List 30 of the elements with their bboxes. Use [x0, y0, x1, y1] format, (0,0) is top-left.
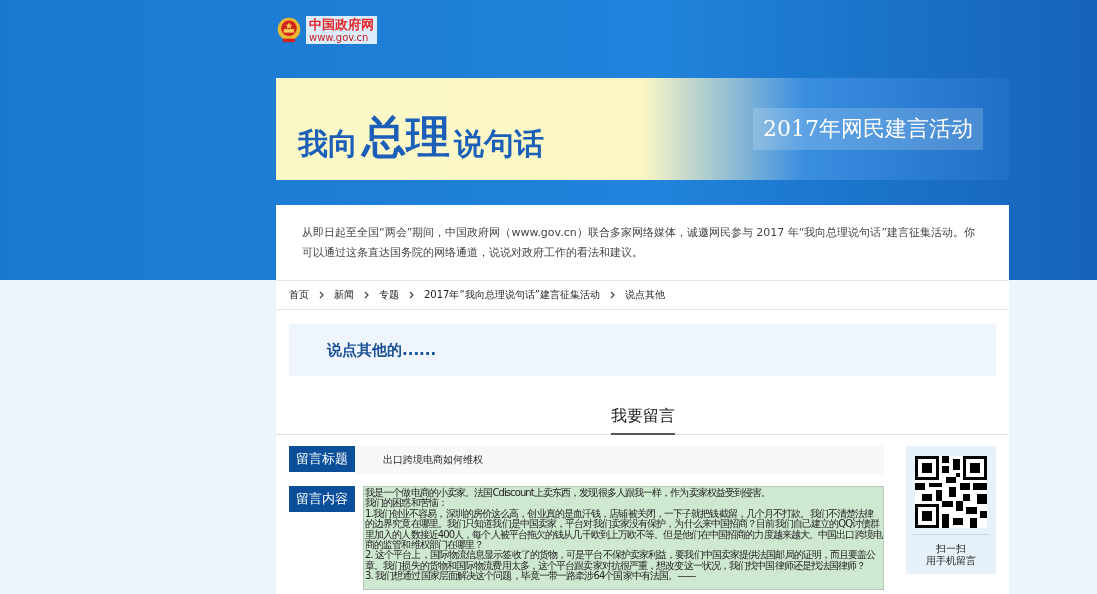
- banner-title: 我向: [298, 126, 358, 162]
- title-field[interactable]: 出口跨境电商如何维权: [355, 446, 884, 474]
- emblem-icon: [276, 16, 302, 44]
- message-paragraph: 2. 这个平台上，国际物流信息显示签收了的货物，可是平台不保护卖家利益，要我们中国卖家提供法国邮局的证明，而且要盖公章。我们损失的货物和国际物流费用太多，这个平台跟卖家对抗很严重，想改变这一状况，我们找中国律师还是找法国律师？: [365, 550, 877, 571]
- site-url[interactable]: www.gov.cn: [309, 32, 374, 43]
- breadcrumb-link[interactable]: 专题: [379, 288, 399, 302]
- qr-caption: 扫一扫: [936, 543, 966, 555]
- message-paragraph: 我是一个做电商的小卖家。法国Cdiscount上卖东西，发现很多人跟我一样，作为卖家权益受到侵害。: [365, 488, 772, 498]
- breadcrumb-link[interactable]: 说点其他: [624, 288, 665, 302]
- message-paragraph: 我们的困惑和苦恼：: [365, 498, 447, 509]
- intro-text: 从即日起至全国“两会”期间，中国政府网（www.gov.cn）联合多家网络媒体，诚邀网民参与 2017 年“我向总理说句话”建言征集活动。你可以通过这条直达国务院的网络通道，说说对政府工作的看法和建议。: [302, 225, 977, 261]
- breadcrumb-link[interactable]: 新闻: [334, 288, 354, 302]
- topic-title: 说点其他的......: [327, 340, 437, 360]
- section-heading: 我要留言: [610, 406, 675, 435]
- chevron-icon: [319, 291, 324, 299]
- banner-subtitle: 2017年网民建言活动: [753, 108, 983, 150]
- breadcrumb-link[interactable]: 首页: [289, 288, 309, 302]
- breadcrumb-link[interactable]: 2017年“我向总理说句话”建言征集活动: [424, 288, 600, 302]
- site-name[interactable]: 中国政府网: [309, 17, 374, 32]
- field-label: 留言内容: [289, 486, 355, 512]
- qr-code-icon: [915, 456, 987, 528]
- banner-title: 说句话: [454, 126, 544, 162]
- qr-caption: 用手机留言: [926, 555, 976, 567]
- message-paragraph: 3. 我们想通过国家层面解决这个问题，毕竟一带一路牵涉64个国家中有法国。——: [365, 571, 697, 582]
- chevron-icon: [364, 291, 369, 299]
- banner-title: 总理: [362, 112, 450, 162]
- field-label: 留言标题: [289, 446, 355, 472]
- chevron-icon: [609, 291, 615, 299]
- chevron-icon: [409, 291, 414, 299]
- message-field[interactable]: [363, 486, 884, 590]
